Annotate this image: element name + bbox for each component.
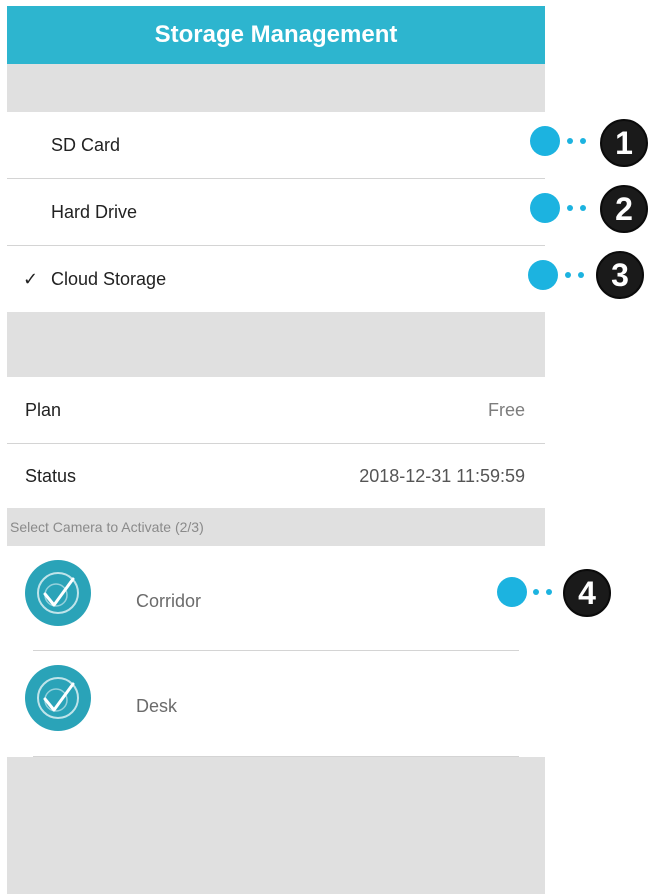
option-label: SD Card bbox=[51, 134, 121, 155]
camera-check-icon[interactable] bbox=[25, 560, 91, 626]
callout-dot bbox=[530, 126, 560, 156]
status-value: 2018-12-31 11:59:59 bbox=[359, 465, 525, 486]
callout-dot bbox=[578, 272, 584, 278]
option-sd-card[interactable]: SD Card bbox=[7, 112, 545, 178]
camera-section-title: Select Camera to Activate (2/3) bbox=[7, 508, 545, 546]
callout-badge: 4 bbox=[563, 569, 611, 617]
camera-name: Corridor bbox=[136, 591, 202, 611]
bottom-spacer bbox=[7, 757, 545, 894]
camera-row-desk[interactable]: Desk bbox=[7, 651, 545, 756]
callout-badge: 2 bbox=[600, 185, 648, 233]
callout-dot bbox=[546, 589, 552, 595]
plan-label: Plan bbox=[25, 399, 62, 420]
camera-name: Desk bbox=[136, 696, 178, 716]
callout-dot bbox=[533, 589, 539, 595]
status-row: Status 2018-12-31 11:59:59 bbox=[7, 444, 545, 508]
callout-dot bbox=[565, 272, 571, 278]
callout-dot bbox=[580, 138, 586, 144]
option-label: Cloud Storage bbox=[51, 268, 167, 289]
spacer bbox=[7, 312, 545, 377]
camera-row-corridor[interactable]: Corridor bbox=[7, 546, 545, 651]
callout-badge: 3 bbox=[596, 251, 644, 299]
option-cloud-storage[interactable]: ✓ Cloud Storage bbox=[7, 246, 545, 312]
camera-check-icon[interactable] bbox=[25, 665, 91, 731]
callout-dot bbox=[528, 260, 558, 290]
callout-dot bbox=[530, 193, 560, 223]
checkmark-icon: ✓ bbox=[23, 268, 39, 289]
callout-dot bbox=[580, 205, 586, 211]
plan-value: Free bbox=[487, 399, 525, 420]
spacer bbox=[7, 64, 545, 112]
callout-dot bbox=[497, 577, 527, 607]
callout-badge: 1 bbox=[600, 119, 648, 167]
storage-management-screen: Storage Management SD Card Hard Drive ✓ … bbox=[7, 6, 545, 894]
option-hard-drive[interactable]: Hard Drive bbox=[7, 179, 545, 245]
header-title: Storage Management bbox=[7, 6, 545, 64]
plan-row[interactable]: Plan Free bbox=[7, 377, 545, 443]
status-label: Status bbox=[25, 465, 77, 486]
option-label: Hard Drive bbox=[51, 201, 138, 222]
callout-dot bbox=[567, 205, 573, 211]
callout-dot bbox=[567, 138, 573, 144]
